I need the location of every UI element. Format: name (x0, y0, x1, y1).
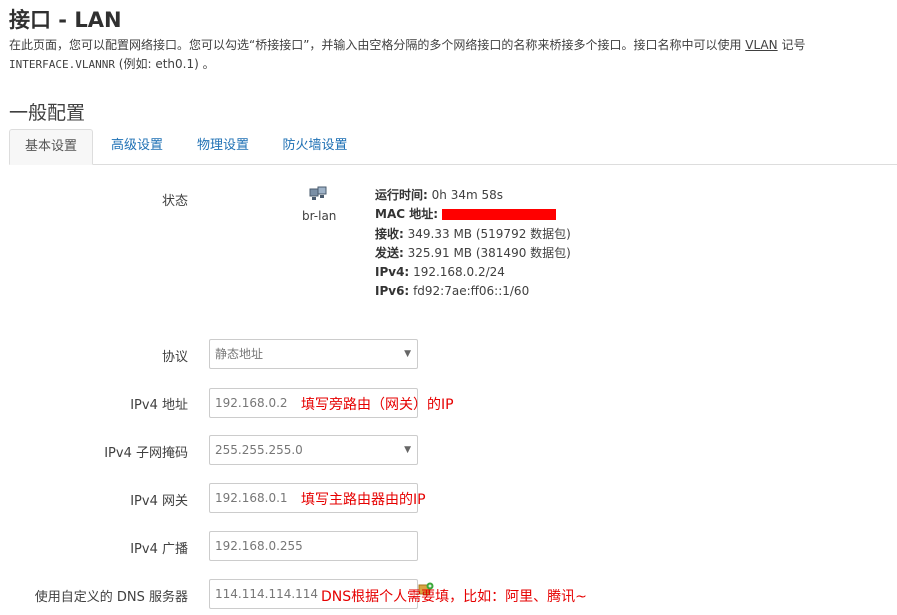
tab-advanced-settings[interactable]: 高级设置 (97, 129, 177, 164)
ipv4-address-label: IPv4 地址 (130, 398, 188, 413)
tab-physical-settings[interactable]: 物理设置 (183, 129, 263, 164)
mac-redaction (442, 209, 557, 221)
description-vlan: VLAN (745, 38, 778, 52)
page-title: 接口 - LAN (9, 8, 122, 32)
mac-label: MAC 地址: (375, 207, 439, 222)
tab-bar: 基本设置 高级设置 物理设置 防火墙设置 (9, 129, 897, 165)
broadcast-input[interactable]: 192.168.0.255 (209, 531, 418, 561)
dns-label: 使用自定义的 DNS 服务器 (34, 590, 188, 605)
ipv4-value: 192.168.0.2/24 (413, 265, 505, 280)
netmask-label: IPv4 子网掩码 (104, 446, 188, 461)
uptime-label: 运行时间: (375, 188, 428, 202)
description-text-3: (例如: eth0.1) 。 (114, 57, 215, 71)
protocol-label: 协议 (161, 350, 188, 365)
page-description: 在此页面，您可以配置网络接口。您可以勾选“桥接接口”，并输入由空格分隔的多个网络… (9, 36, 889, 74)
section-title: 一般配置 (9, 102, 86, 124)
tx-value: 325.91 MB (381490 数据包) (407, 245, 571, 260)
broadcast-value: 192.168.0.255 (215, 539, 303, 553)
chevron-down-icon: ▼ (404, 349, 411, 359)
uptime-value: 0h 34m 58s (431, 188, 503, 202)
status-label: 状态 (161, 194, 188, 209)
netmask-value: 255.255.255.0 (215, 443, 303, 457)
ethernet-bridge-icon (309, 186, 327, 200)
status-device-name: br-lan (302, 209, 337, 223)
tab-firewall-settings[interactable]: 防火墙设置 (269, 129, 361, 164)
chevron-down-icon: ▼ (404, 445, 411, 455)
ipv4-address-value: 192.168.0.2 (215, 396, 288, 410)
description-text-1: 在此页面，您可以配置网络接口。您可以勾选“桥接接口”，并输入由空格分隔的多个网络… (9, 38, 746, 52)
rx-label: 接收: (375, 226, 404, 241)
ipv4-label: IPv4: (375, 265, 410, 280)
description-mono: INTERFACE.VLANNR (9, 58, 115, 71)
gateway-annotation: 填写主路由器由的IP (301, 492, 426, 508)
dns-value: 114.114.114.114 (215, 587, 319, 601)
description-text-2: 记号 (777, 38, 806, 52)
protocol-select[interactable]: 静态地址 ▼ (209, 339, 418, 369)
gateway-value: 192.168.0.1 (215, 491, 288, 505)
gateway-label: IPv4 网关 (130, 494, 188, 509)
ipv4-address-annotation: 填写旁路由（网关）的IP (301, 397, 454, 413)
ipv6-value: fd92:7ae:ff06::1/60 (413, 284, 530, 299)
netmask-select[interactable]: 255.255.255.0 ▼ (209, 435, 418, 465)
tx-label: 发送: (375, 245, 404, 260)
status-info: 运行时间: 0h 34m 58s MAC 地址: 接收: 349.33 MB (… (375, 186, 571, 302)
broadcast-label: IPv4 广播 (130, 542, 188, 557)
protocol-value: 静态地址 (215, 347, 264, 361)
rx-value: 349.33 MB (519792 数据包) (407, 226, 571, 241)
ipv6-label: IPv6: (375, 284, 410, 299)
tab-basic-settings[interactable]: 基本设置 (9, 129, 93, 165)
dns-annotation: DNS根据个人需要填，比如：阿里、腾讯~ (321, 589, 587, 605)
